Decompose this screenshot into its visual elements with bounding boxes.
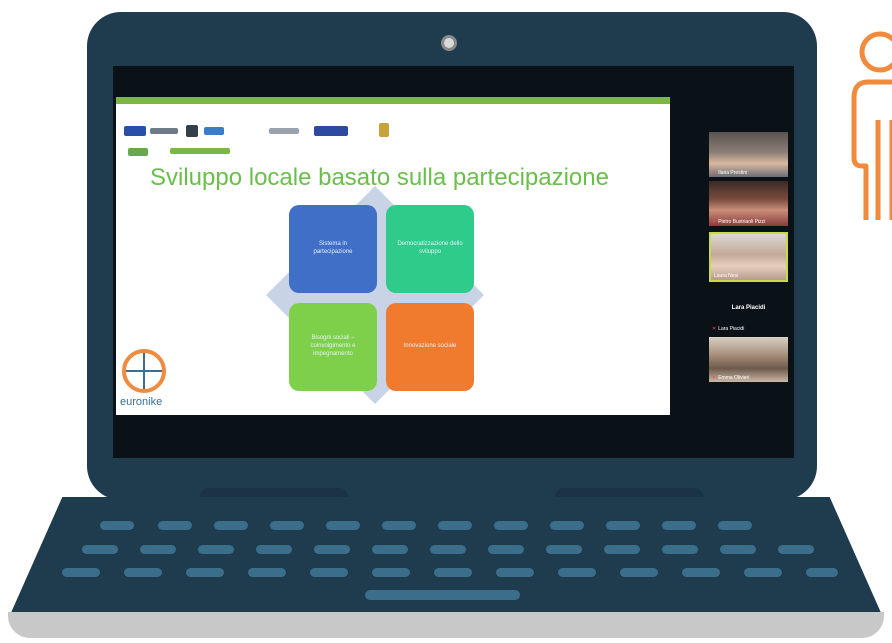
participant-name-center: Lara Piacidi (731, 305, 766, 311)
muted-mic-icon: ✕ (712, 170, 717, 176)
presentation-slide: Sviluppo locale basato sulla partecipazi… (116, 97, 670, 415)
participant-tile[interactable]: Laura Nesi (709, 232, 788, 282)
laptop-base (8, 612, 884, 638)
quadrant-top-left: Sistema in partecipazione (289, 205, 377, 293)
muted-mic-icon: ✕ (712, 375, 717, 381)
participant-tile[interactable]: ✕ Emma Olivieri (709, 337, 788, 382)
person-icon (851, 31, 892, 220)
quadrant-top-right: Democratizzazione dello sviluppo (386, 205, 474, 293)
muted-mic-icon: ✕ (712, 219, 717, 225)
participant-tile-camera-off[interactable]: Lara Piacidi ✕ Lara Piacidi (709, 293, 788, 333)
participant-tile[interactable]: ✕ Ilaria Prestini (709, 132, 788, 177)
muted-mic-icon: ✕ (712, 326, 717, 332)
brand-name: euronike (120, 396, 163, 408)
sponsor-logos (124, 118, 414, 158)
webcam-icon (441, 35, 457, 51)
participant-tile[interactable]: ✕ Pietro Bustriaoli Pizzi (709, 181, 788, 226)
quadrant-bottom-right: Innovazione sociale (386, 303, 474, 391)
globe-icon (122, 349, 166, 393)
slide-title: Sviluppo locale basato sulla partecipazi… (150, 164, 609, 191)
quadrant-bottom-left: Bisogni sociali – coinvolgimento e impeg… (289, 303, 377, 391)
